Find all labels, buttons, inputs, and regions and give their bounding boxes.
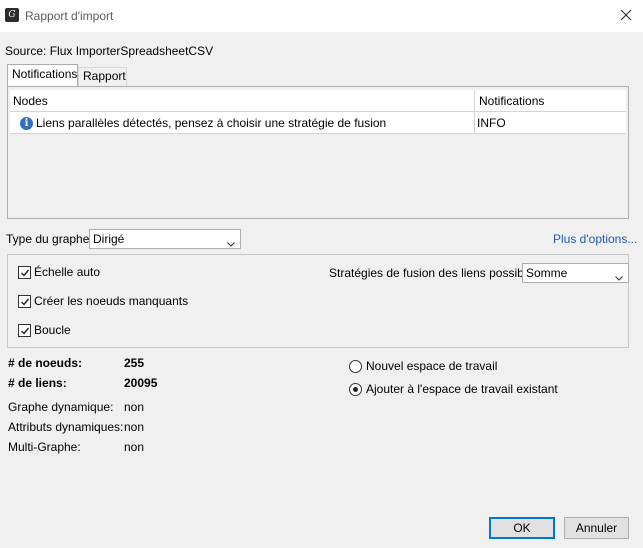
column-header-notifications-label: Notifications: [479, 94, 545, 108]
radio-append-workspace-label: Ajouter à l'espace de travail existant: [366, 382, 558, 396]
multigraph-label: Multi-Graphe:: [8, 440, 81, 454]
dynamic-graph-value: non: [124, 400, 145, 414]
graph-type-label: Type du graphe:: [6, 232, 93, 246]
nodes-count-value: 255: [124, 356, 145, 370]
dynamic-attributes-label: Attributs dynamiques:: [8, 420, 124, 434]
dynamic-attributes-value: non: [124, 420, 145, 434]
merge-strategy-select[interactable]: Somme: [522, 263, 629, 283]
tab-notifications-label: Notifications: [12, 67, 78, 81]
multigraph-value: non: [124, 440, 145, 454]
cancel-button[interactable]: Annuler: [564, 517, 629, 539]
table-row-level: INFO: [477, 116, 506, 130]
checkbox-self-loop[interactable]: [18, 324, 31, 337]
nodes-count-label: # de noeuds:: [8, 356, 83, 370]
tab-rapport[interactable]: Rapport: [78, 67, 127, 86]
edges-count-label: # de liens:: [8, 376, 67, 390]
column-header-notifications[interactable]: Notifications: [475, 90, 626, 112]
dynamic-graph-label: Graphe dynamique:: [8, 400, 114, 414]
graph-type-value: Dirigé: [93, 232, 125, 246]
radio-new-workspace[interactable]: [349, 360, 362, 373]
info-icon: i: [20, 117, 33, 130]
merge-strategy-label: Stratégies de fusion des liens possibles…: [329, 266, 546, 280]
column-header-nodes-label: Nodes: [13, 94, 48, 108]
checkbox-auto-scale[interactable]: [18, 266, 31, 279]
app-icon: G: [5, 8, 19, 22]
checkbox-create-missing-nodes[interactable]: [18, 295, 31, 308]
source-line: Source: Flux ImporterSpreadsheetCSV: [5, 44, 213, 58]
merge-strategy-value: Somme: [526, 266, 568, 280]
tab-notifications[interactable]: Notifications: [7, 64, 78, 86]
column-header-nodes[interactable]: Nodes: [10, 90, 475, 112]
chevron-down-icon: [227, 235, 235, 247]
graph-type-select[interactable]: Dirigé: [89, 229, 241, 249]
source-label: Source:: [5, 44, 47, 58]
table-row-message: Liens parallèles détectés, pensez à choi…: [36, 116, 387, 130]
source-value: Flux ImporterSpreadsheetCSV: [49, 44, 214, 58]
checkbox-auto-scale-label: Échelle auto: [34, 265, 101, 279]
ok-button[interactable]: OK: [489, 517, 555, 539]
radio-append-workspace[interactable]: [349, 383, 362, 396]
radio-new-workspace-label: Nouvel espace de travail: [366, 359, 498, 373]
edges-count-value: 20095: [124, 376, 158, 390]
more-options-link[interactable]: Plus d'options...: [553, 232, 637, 246]
checkbox-self-loop-label: Boucle: [34, 323, 71, 337]
tab-rapport-label: Rapport: [83, 69, 126, 83]
close-icon[interactable]: [617, 6, 635, 24]
checkbox-create-missing-nodes-label: Créer les noeuds manquants: [34, 294, 189, 308]
window-title: Rapport d'import: [25, 9, 114, 23]
chevron-down-icon: [615, 269, 623, 281]
